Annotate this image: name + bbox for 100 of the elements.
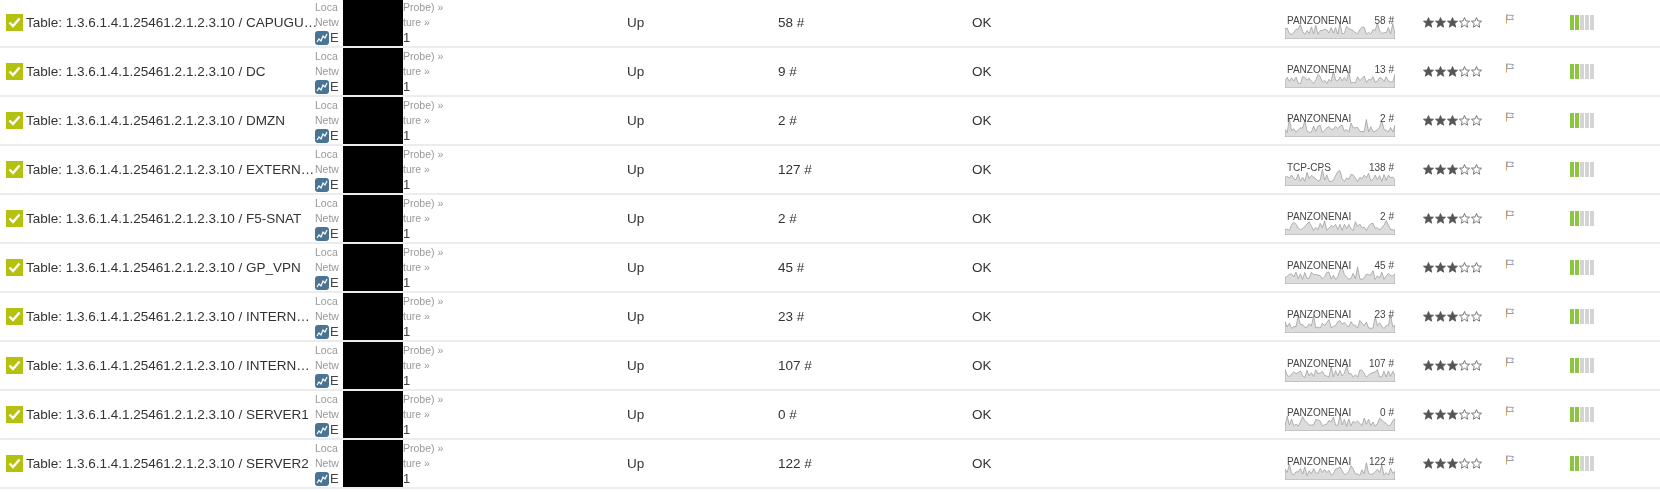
probe-link[interactable]: Probe) » <box>403 196 444 209</box>
sensor-name[interactable]: Table: 1.3.6.1.4.1.25461.2.1.2.3.10 / DC <box>26 64 266 79</box>
signal-icon <box>315 30 329 45</box>
device-link[interactable]: E <box>330 79 339 94</box>
sensor-name[interactable]: Table: 1.3.6.1.4.1.25461.2.1.2.3.10 / F5-SNAT <box>26 211 302 226</box>
group-link[interactable]: Loca <box>315 441 338 454</box>
flag-icon[interactable] <box>1505 406 1515 416</box>
sensor-name[interactable]: Table: 1.3.6.1.4.1.25461.2.1.2.3.10 / SERVER1 <box>26 407 309 422</box>
probe-link[interactable]: Probe) » <box>403 147 444 160</box>
group-link[interactable]: Netw <box>315 113 339 126</box>
flag-icon[interactable] <box>1505 14 1515 24</box>
signal-icon <box>315 373 329 388</box>
priority-stars[interactable] <box>1423 164 1482 175</box>
sensor-name[interactable]: Table: 1.3.6.1.4.1.25461.2.1.2.3.10 / SERVER2 <box>26 456 309 471</box>
priority-stars[interactable] <box>1423 409 1482 420</box>
group-link[interactable]: Loca <box>315 343 338 356</box>
device-link[interactable]: E <box>330 324 339 339</box>
device-link[interactable]: E <box>330 128 339 143</box>
group-link[interactable]: Loca <box>315 98 338 111</box>
probe-link[interactable]: Probe) » <box>403 392 444 405</box>
device-link[interactable]: 1 <box>403 471 411 486</box>
group-link[interactable]: Loca <box>315 392 338 405</box>
group-link[interactable]: Loca <box>315 147 338 160</box>
flag-icon[interactable] <box>1505 308 1515 318</box>
infrastructure-link[interactable]: ture » <box>403 407 430 420</box>
device-link[interactable]: 1 <box>403 177 411 192</box>
sensor-name[interactable]: Table: 1.3.6.1.4.1.25461.2.1.2.3.10 / EXTERN… <box>26 162 315 177</box>
device-link[interactable]: 1 <box>403 79 411 94</box>
probe-link[interactable]: Probe) » <box>403 98 444 111</box>
probe-link[interactable]: Probe) » <box>403 0 444 13</box>
flag-icon[interactable] <box>1505 210 1515 220</box>
last-value: 9 # <box>778 64 797 79</box>
flag-icon[interactable] <box>1505 112 1515 122</box>
device-link[interactable]: 1 <box>403 226 411 241</box>
status-text: Up <box>627 309 645 324</box>
message-text: OK <box>972 211 992 226</box>
group-link[interactable]: Netw <box>315 211 339 224</box>
priority-stars[interactable] <box>1423 66 1482 77</box>
device-link[interactable]: E <box>330 373 339 388</box>
infrastructure-link[interactable]: ture » <box>403 113 430 126</box>
sensor-name[interactable]: Table: 1.3.6.1.4.1.25461.2.1.2.3.10 / DMZN <box>26 113 285 128</box>
flag-icon[interactable] <box>1505 63 1515 73</box>
probe-link[interactable]: Probe) » <box>403 49 444 62</box>
probe-link[interactable]: Probe) » <box>403 245 444 258</box>
sensor-name[interactable]: Table: 1.3.6.1.4.1.25461.2.1.2.3.10 / INTERN… <box>26 309 310 324</box>
probe-link[interactable]: Probe) » <box>403 441 444 454</box>
group-link[interactable]: Netw <box>315 162 339 175</box>
priority-stars[interactable] <box>1423 458 1482 469</box>
priority-stars[interactable] <box>1423 115 1482 126</box>
device-link[interactable]: E <box>330 177 339 192</box>
device-link[interactable]: 1 <box>403 422 411 437</box>
group-link[interactable]: Netw <box>315 15 339 28</box>
group-link[interactable]: Netw <box>315 456 339 469</box>
priority-stars[interactable] <box>1423 360 1482 371</box>
device-link[interactable]: 1 <box>403 128 411 143</box>
group-link[interactable]: Netw <box>315 64 339 77</box>
signal-icon <box>315 471 329 486</box>
infrastructure-link[interactable]: ture » <box>403 260 430 273</box>
group-link[interactable]: Netw <box>315 309 339 322</box>
channel-value: 2 # <box>1380 113 1394 124</box>
device-link[interactable]: E <box>330 275 339 290</box>
flag-icon[interactable] <box>1505 357 1515 367</box>
group-link[interactable]: Loca <box>315 294 338 307</box>
flag-icon[interactable] <box>1505 161 1515 171</box>
channel-name: PANZONENAI <box>1287 113 1352 124</box>
group-link[interactable]: Netw <box>315 407 339 420</box>
infrastructure-link[interactable]: ture » <box>403 64 430 77</box>
infrastructure-link[interactable]: ture » <box>403 309 430 322</box>
sensor-name[interactable]: Table: 1.3.6.1.4.1.25461.2.1.2.3.10 / GP_VPN <box>26 260 301 275</box>
infrastructure-link[interactable]: ture » <box>403 358 430 371</box>
sensor-name[interactable]: Table: 1.3.6.1.4.1.25461.2.1.2.3.10 / INTERN… <box>26 358 310 373</box>
group-link[interactable]: Loca <box>315 49 338 62</box>
group-link[interactable]: Loca <box>315 245 338 258</box>
device-link[interactable]: 1 <box>403 275 411 290</box>
priority-stars[interactable] <box>1423 213 1482 224</box>
device-link[interactable]: 1 <box>403 324 411 339</box>
probe-link[interactable]: Probe) » <box>403 294 444 307</box>
priority-stars[interactable] <box>1423 262 1482 273</box>
infrastructure-link[interactable]: ture » <box>403 211 430 224</box>
group-link[interactable]: Netw <box>315 358 339 371</box>
device-link[interactable]: E <box>330 422 339 437</box>
infrastructure-link[interactable]: ture » <box>403 162 430 175</box>
message-text: OK <box>972 15 992 30</box>
check-icon <box>6 357 23 374</box>
flag-icon[interactable] <box>1505 259 1515 269</box>
group-link[interactable]: Netw <box>315 260 339 273</box>
group-link[interactable]: Loca <box>315 0 338 13</box>
device-link[interactable]: E <box>330 471 339 486</box>
device-link[interactable]: 1 <box>403 373 411 388</box>
probe-link[interactable]: Probe) » <box>403 343 444 356</box>
group-link[interactable]: Loca <box>315 196 338 209</box>
infrastructure-link[interactable]: ture » <box>403 456 430 469</box>
priority-stars[interactable] <box>1423 17 1482 28</box>
channel-name: PANZONENAI <box>1287 211 1352 222</box>
device-link[interactable]: E <box>330 226 339 241</box>
device-link[interactable]: E <box>330 30 339 45</box>
infrastructure-link[interactable]: ture » <box>403 15 430 28</box>
flag-icon[interactable] <box>1505 455 1515 465</box>
priority-stars[interactable] <box>1423 311 1482 322</box>
device-link[interactable]: 1 <box>403 30 411 45</box>
